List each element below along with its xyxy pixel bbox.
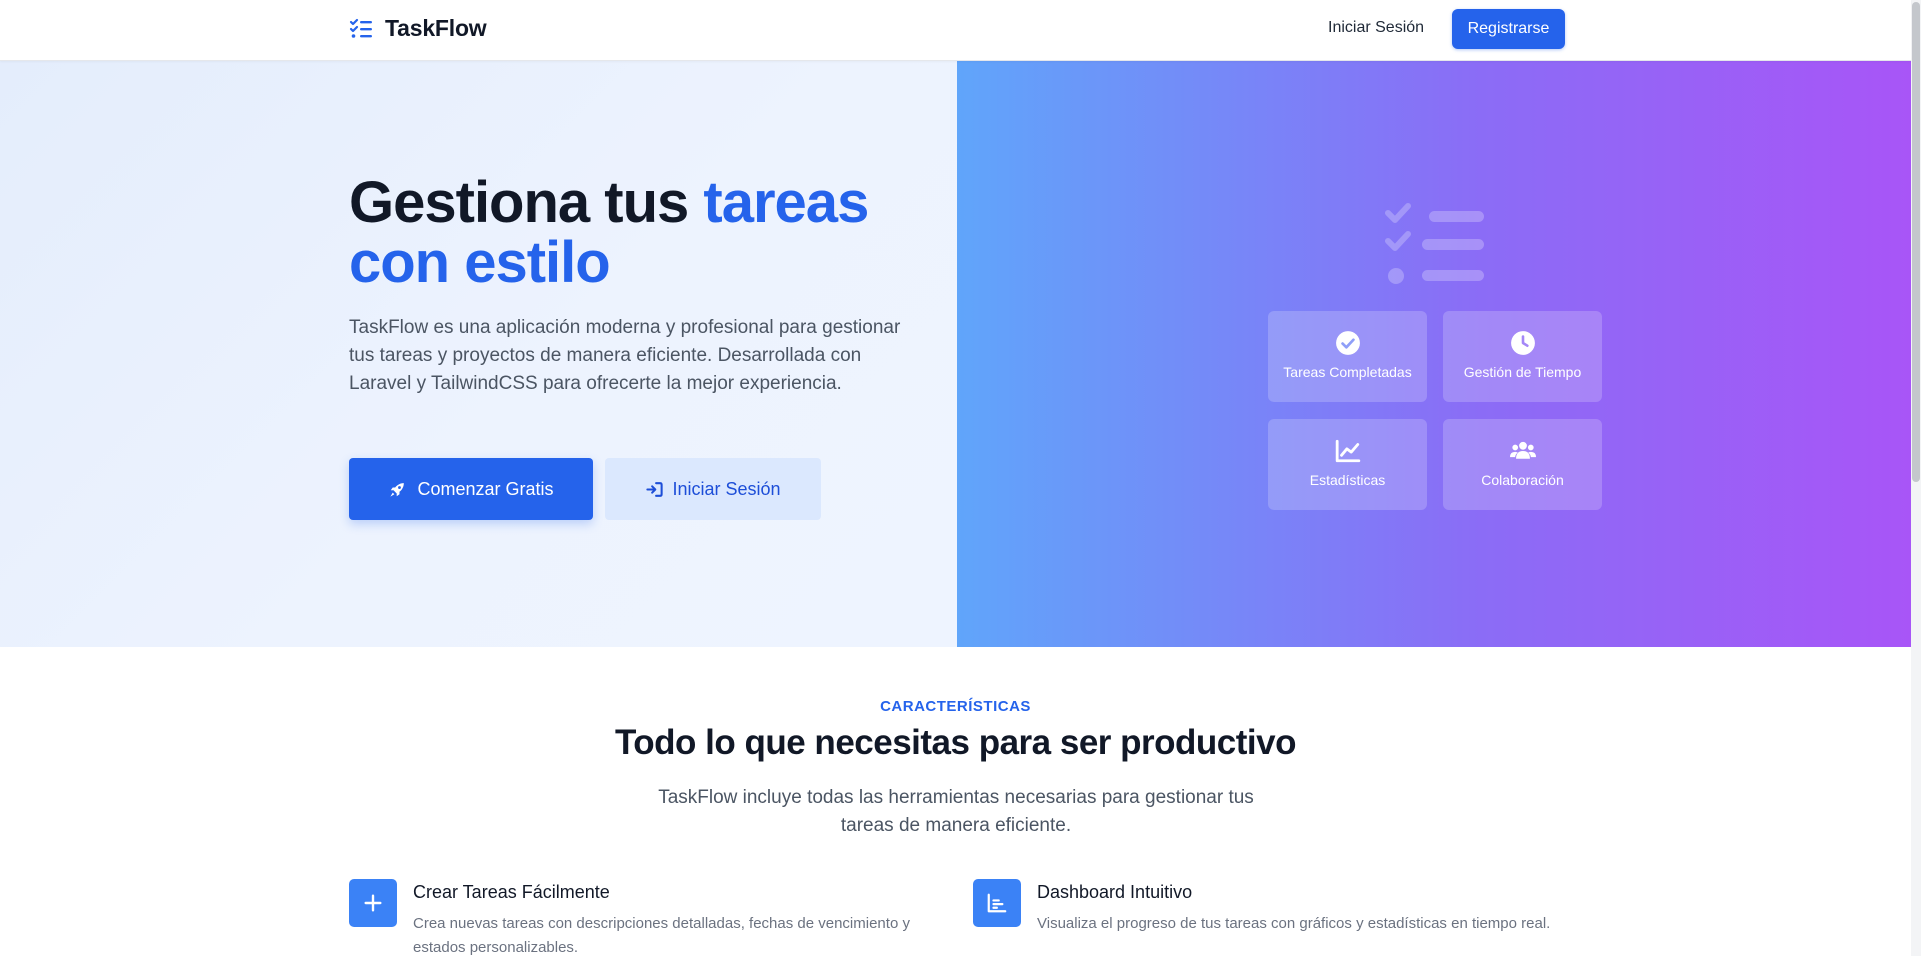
scrollbar-thumb[interactable]	[1912, 2, 1920, 482]
nav-login-link[interactable]: Iniciar Sesión	[1328, 19, 1424, 37]
feature-title: Dashboard Intuitivo	[1037, 882, 1193, 902]
showcase-card-completed[interactable]: Tareas Completadas	[1268, 311, 1427, 402]
showcase-card-time[interactable]: Gestión de Tiempo	[1443, 311, 1602, 402]
users-icon	[1509, 441, 1536, 459]
page-scrollbar[interactable]	[1911, 0, 1921, 956]
rocket-icon	[390, 482, 405, 497]
brand-name: TaskFlow	[385, 15, 487, 41]
feature-icon-box	[973, 879, 1021, 927]
plus-icon	[364, 894, 382, 912]
hero-login-button[interactable]: Iniciar Sesión	[605, 458, 821, 520]
feature-icon-box	[349, 879, 397, 927]
chart-line-icon	[1335, 439, 1360, 463]
hero-login-label: Iniciar Sesión	[672, 478, 781, 499]
showcase-card-label: Tareas Completadas	[1283, 364, 1412, 380]
showcase-card-label: Colaboración	[1481, 472, 1564, 488]
navbar: TaskFlow Iniciar Sesión Registrarse	[0, 0, 1911, 61]
sign-in-icon	[646, 481, 664, 497]
task-list-logo-icon	[349, 18, 372, 38]
brand[interactable]: TaskFlow	[349, 15, 487, 42]
showcase-card-label: Gestión de Tiempo	[1463, 364, 1582, 380]
showcase-card-collab[interactable]: Colaboración	[1443, 419, 1602, 510]
check-circle-icon	[1335, 331, 1360, 355]
start-free-label: Comenzar Gratis	[417, 478, 554, 499]
hero-title-part1: Gestiona tus	[349, 170, 704, 235]
features-title: Todo lo que necesitas para ser productiv…	[615, 723, 1296, 762]
hero-description: TaskFlow es una aplicación moderna y pro…	[349, 317, 901, 394]
feature-text: Crea nuevas tareas con descripciones det…	[413, 915, 910, 956]
clock-icon	[1510, 331, 1535, 355]
showcase-card-label: Estadísticas	[1309, 472, 1386, 488]
register-button[interactable]: Registrarse	[1452, 9, 1565, 49]
feature-text: Visualiza el progreso de tus tareas con …	[1037, 915, 1551, 932]
start-free-button[interactable]: Comenzar Gratis	[349, 458, 593, 520]
hero-showcase	[957, 61, 1911, 647]
feature-title: Crear Tareas Fácilmente	[413, 882, 610, 902]
task-list-icon	[1385, 203, 1484, 284]
features-description: TaskFlow incluye todas las herramientas …	[658, 787, 1254, 836]
chart-bar-icon	[987, 893, 1007, 913]
hero-title: Gestiona tus tareas con estilo	[349, 173, 909, 293]
features-eyebrow: CARACTERÍSTICAS	[880, 698, 1031, 715]
showcase-card-stats[interactable]: Estadísticas	[1268, 419, 1427, 510]
